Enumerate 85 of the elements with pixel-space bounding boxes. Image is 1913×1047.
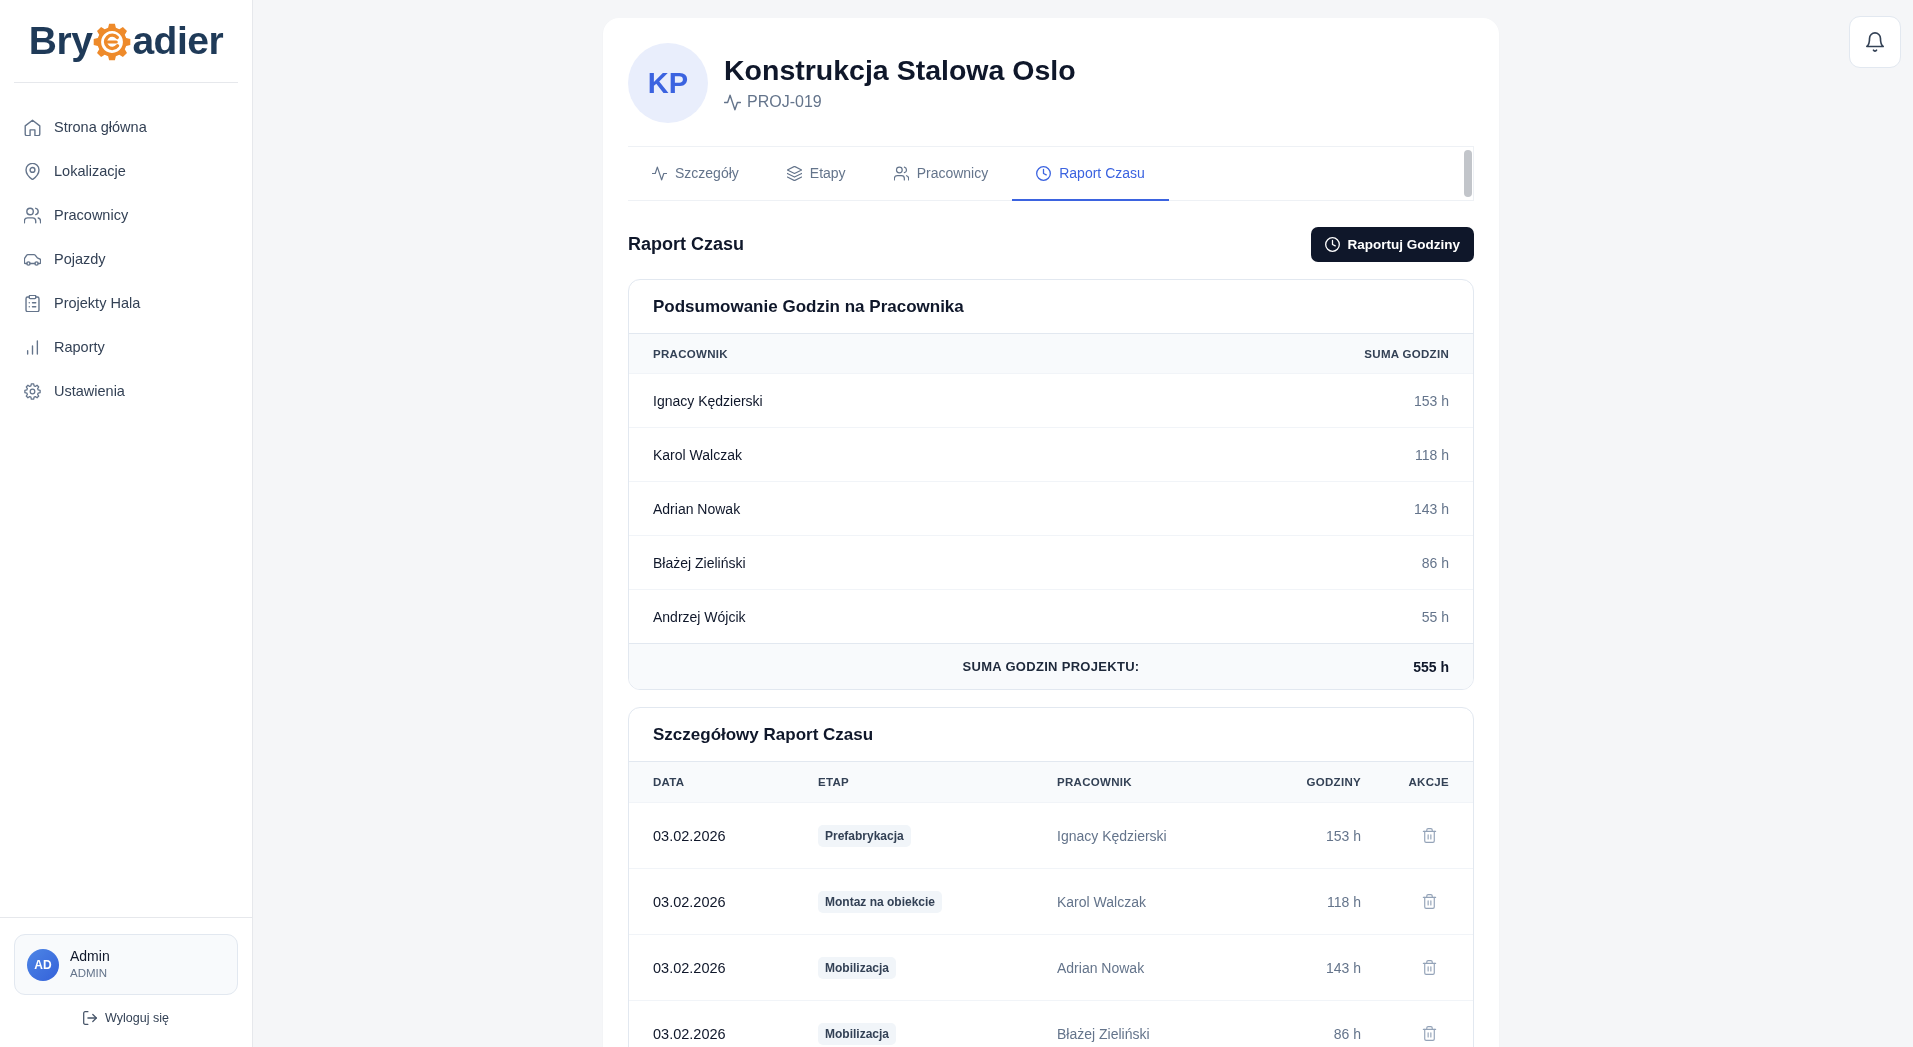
table-cell-text: 03.02.2026 [653,893,727,910]
delete-button[interactable] [1422,960,1437,975]
table-cell-text: Adrian Nowak [653,500,742,517]
clock-icon [1324,237,1340,252]
bar-chart-icon [24,338,41,356]
column-header: SUMA GODZIN [1364,347,1449,360]
project-avatar: KP [628,43,708,123]
total-value: 555 h [1413,658,1449,675]
table-cell-text: Karol Walczak [1057,893,1147,910]
avatar: AD [27,948,59,981]
nav-item[interactable]: Raporty [12,325,240,369]
user-card[interactable]: AD Admin ADMIN [14,934,238,995]
trash-icon [1422,894,1437,909]
table-cell-text: 118 h [1326,893,1361,910]
table-cell-text: 03.02.2026 [653,827,727,844]
bell-icon [1865,32,1885,52]
user-role: ADMIN [70,966,109,981]
table-cell-text: Ignacy Kędzierski [1057,827,1168,844]
logo-text: adier [132,20,224,60]
trash-icon [1422,1026,1437,1041]
settings-icon [24,382,41,400]
column-header: PRACOWNIK [653,347,729,360]
table-cell: 118 h [1415,446,1449,463]
table-cell-text: Błażej Zieliński [1057,1025,1151,1042]
users-icon [893,165,909,181]
stage-badge: Mobilizacja [818,1022,896,1045]
map-pin-icon [24,162,41,180]
pulse-icon [724,93,741,111]
notifications-button[interactable] [1849,16,1901,68]
table-cell-text: Andrzej Wójcik [653,608,747,625]
nav-item[interactable]: Projekty Hala [12,281,240,325]
nav-item[interactable]: Pracownicy [12,193,240,237]
scrollbar-thumb[interactable] [1464,150,1472,197]
nav-item[interactable]: Strona główna [12,105,240,149]
table-cell-text: Adrian Nowak [1057,959,1146,976]
nav-item[interactable]: Ustawienia [12,369,240,413]
clock-icon [1036,165,1052,181]
section-title: Raport Czasu [628,234,744,255]
table-cell-text: 86 h [1332,1025,1361,1042]
stage-badge: Montaz na obiekcie [818,890,943,913]
nav-item[interactable]: Lokalizacje [12,149,240,193]
table-cell: 55 h [1421,608,1449,625]
tab[interactable]: Szczegóły [628,147,763,201]
gear-icon [93,22,132,62]
delete-button[interactable] [1422,828,1437,843]
card-title: Podsumowanie Godzin na Pracownika [653,296,964,317]
column-header: DATA [653,776,686,788]
column-header: AKCJE [1407,776,1449,788]
trash-icon [1422,828,1437,843]
table-cell: 143 h [1413,500,1449,517]
column-header: GODZINY [1305,776,1361,788]
table-cell-text: 03.02.2026 [653,1025,727,1042]
project-title: Konstrukcja Stalowa Oslo [724,53,1076,87]
stage-badge: Mobilizacja [818,956,896,979]
users-icon [24,206,41,224]
home-icon [24,118,41,136]
total-label: SUMA GODZIN PROJEKTU: [962,659,1140,674]
table-cell-text: 143 h [1324,959,1361,976]
delete-button[interactable] [1422,894,1437,909]
table-cell: 153 h [1413,392,1449,409]
table-cell-text: Ignacy Kędzierski [653,392,764,409]
table-cell-text: 153 h [1324,827,1361,844]
table-cell-text: Błażej Zieliński [653,554,747,571]
column-header: PRACOWNIK [1057,776,1133,788]
report-hours-button[interactable]: Raportuj Godziny [1310,227,1474,262]
nav-item[interactable]: Pojazdy [12,237,240,281]
tab[interactable]: Etapy [762,147,870,201]
trash-icon [1422,960,1437,975]
tab[interactable]: Pracownicy [869,147,1013,201]
logo-text: Bry [28,20,93,60]
project-code: PROJ-019 [747,92,822,112]
delete-button[interactable] [1422,1026,1437,1041]
clipboard-icon [24,294,41,312]
tab[interactable]: Raport Czasu [1012,147,1169,201]
logout-icon [83,1011,98,1025]
pulse-icon [652,165,667,181]
user-name: Admin [70,948,110,965]
card-title: Szczegółowy Raport Czasu [653,724,874,745]
layers-icon [786,165,802,181]
table-cell-text: Karol Walczak [653,446,743,463]
column-header: ETAP [818,776,851,788]
stage-badge: Prefabrykacja [818,824,911,847]
logout-button[interactable]: Wyloguj się [83,1009,169,1027]
table-cell: 86 h [1421,554,1449,571]
table-cell-text: 03.02.2026 [653,959,727,976]
